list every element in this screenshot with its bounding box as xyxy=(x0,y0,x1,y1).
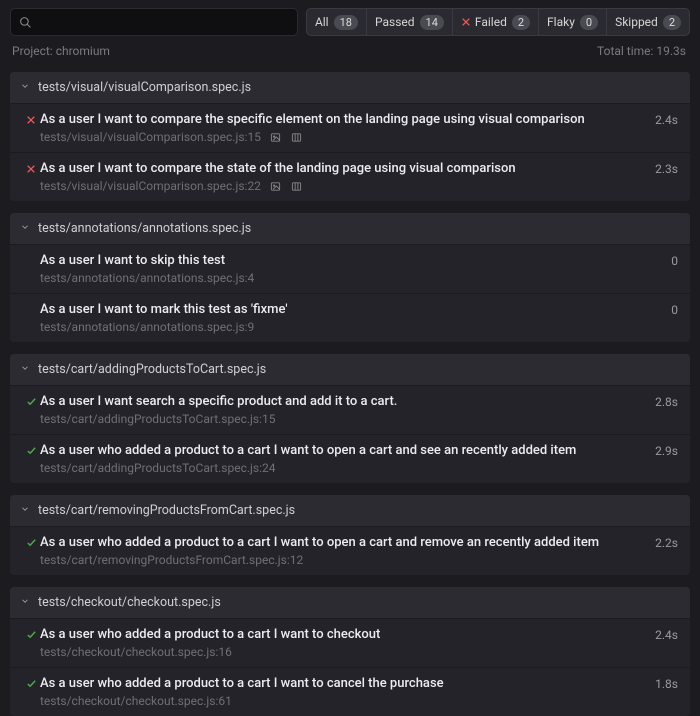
filter-skipped-label: Skipped xyxy=(615,15,658,29)
test-duration: 0 xyxy=(671,303,678,317)
image-icon[interactable] xyxy=(269,181,282,192)
status-icon xyxy=(22,629,40,640)
test-location: tests/checkout/checkout.spec.js:16 xyxy=(40,645,232,659)
test-location: tests/annotations/annotations.spec.js:4 xyxy=(40,271,254,285)
chevron-down-icon xyxy=(20,362,30,377)
status-icon xyxy=(22,164,40,174)
group-title: tests/visual/visualComparison.spec.js xyxy=(38,80,251,95)
filter-all[interactable]: All 18 xyxy=(306,8,366,36)
test-duration: 2.2s xyxy=(655,536,678,550)
diff-icon[interactable] xyxy=(290,132,303,143)
x-icon xyxy=(461,17,471,27)
chevron-down-icon xyxy=(20,503,30,518)
filter-skipped-count: 2 xyxy=(663,15,681,30)
test-location: tests/visual/visualComparison.spec.js:22 xyxy=(40,179,261,193)
test-location: tests/cart/addingProductsToCart.spec.js:… xyxy=(40,412,276,426)
test-group: tests/annotations/annotations.spec.js As … xyxy=(10,213,690,342)
test-title: As a user I want to skip this test xyxy=(40,253,663,268)
filter-flaky-label: Flaky xyxy=(547,15,575,29)
test-group: tests/checkout/checkout.spec.js As a user… xyxy=(10,587,690,716)
filter-flaky[interactable]: Flaky 0 xyxy=(538,8,606,36)
test-title: As a user who added a product to a cart … xyxy=(40,443,647,458)
chevron-down-icon xyxy=(20,595,30,610)
test-row[interactable]: As a user I want to compare the state of… xyxy=(10,152,690,201)
test-duration: 1.8s xyxy=(655,677,678,691)
test-title: As a user I want to compare the specific… xyxy=(40,112,647,127)
group-title: tests/annotations/annotations.spec.js xyxy=(38,221,251,236)
filter-group: All 18 Passed 14 Failed 2 Flaky 0 Skippe… xyxy=(306,8,690,36)
test-row[interactable]: As a user I want to mark this test as 'f… xyxy=(10,293,690,342)
group-title: tests/cart/removingProductsFromCart.spec… xyxy=(38,503,295,518)
test-location: tests/cart/removingProductsFromCart.spec… xyxy=(40,553,303,567)
test-row[interactable]: As a user who added a product to a cart … xyxy=(10,434,690,483)
test-title: As a user I want search a specific produ… xyxy=(40,394,647,409)
test-row[interactable]: As a user who added a product to a cart … xyxy=(10,667,690,716)
filter-failed-label: Failed xyxy=(475,15,507,29)
filter-passed[interactable]: Passed 14 xyxy=(366,8,452,36)
test-row[interactable]: As a user I want to skip this test 0 tests… xyxy=(10,244,690,293)
filter-failed[interactable]: Failed 2 xyxy=(452,8,538,36)
test-title: As a user who added a product to a cart … xyxy=(40,676,647,691)
test-group: tests/visual/visualComparison.spec.js As … xyxy=(10,72,690,201)
meta-row: Project: chromium Total time: 19.3s xyxy=(0,42,700,66)
group-header[interactable]: tests/cart/removingProductsFromCart.spec… xyxy=(10,495,690,526)
test-duration: 0 xyxy=(671,254,678,268)
chevron-down-icon xyxy=(20,80,30,95)
test-title: As a user who added a product to a cart … xyxy=(40,535,647,550)
filter-flaky-count: 0 xyxy=(580,15,598,30)
group-header[interactable]: tests/cart/addingProductsToCart.spec.js xyxy=(10,354,690,385)
test-duration: 2.8s xyxy=(655,395,678,409)
test-duration: 2.9s xyxy=(655,444,678,458)
filter-passed-label: Passed xyxy=(375,15,415,29)
filter-failed-count: 2 xyxy=(512,15,530,30)
total-time-label: Total time: 19.3s xyxy=(597,44,686,58)
test-location: tests/annotations/annotations.spec.js:9 xyxy=(40,320,254,334)
group-title: tests/cart/addingProductsToCart.spec.js xyxy=(38,362,266,377)
filter-all-count: 18 xyxy=(334,15,358,30)
filter-skipped[interactable]: Skipped 2 xyxy=(606,8,690,36)
test-group: tests/cart/removingProductsFromCart.spec… xyxy=(10,495,690,575)
test-location: tests/checkout/checkout.spec.js:61 xyxy=(40,694,232,708)
chevron-down-icon xyxy=(20,221,30,236)
filter-passed-count: 14 xyxy=(420,15,444,30)
test-duration: 2.3s xyxy=(655,162,678,176)
group-header[interactable]: tests/checkout/checkout.spec.js xyxy=(10,587,690,618)
search-box[interactable] xyxy=(10,8,298,36)
test-row[interactable]: As a user I want to compare the specific… xyxy=(10,103,690,152)
status-icon xyxy=(22,396,40,407)
test-title: As a user who added a product to a cart … xyxy=(40,627,647,642)
status-icon xyxy=(22,445,40,456)
test-row[interactable]: As a user I want search a specific produ… xyxy=(10,385,690,434)
image-icon[interactable] xyxy=(269,132,282,143)
test-title: As a user I want to mark this test as 'f… xyxy=(40,302,663,317)
status-icon xyxy=(22,678,40,689)
test-row[interactable]: As a user who added a product to a cart … xyxy=(10,526,690,575)
diff-icon[interactable] xyxy=(290,181,303,192)
test-group: tests/cart/addingProductsToCart.spec.js A… xyxy=(10,354,690,483)
test-location: tests/visual/visualComparison.spec.js:15 xyxy=(40,130,261,144)
test-title: As a user I want to compare the state of… xyxy=(40,161,647,176)
status-icon xyxy=(22,537,40,548)
test-duration: 2.4s xyxy=(655,113,678,127)
test-duration: 2.4s xyxy=(655,628,678,642)
search-input[interactable] xyxy=(38,15,289,30)
test-row[interactable]: As a user who added a product to a cart … xyxy=(10,618,690,667)
group-header[interactable]: tests/visual/visualComparison.spec.js xyxy=(10,72,690,103)
top-bar: All 18 Passed 14 Failed 2 Flaky 0 Skippe… xyxy=(0,0,700,42)
search-icon xyxy=(19,16,32,29)
project-label: Project: chromium xyxy=(12,44,110,58)
filter-all-label: All xyxy=(315,15,329,29)
test-location: tests/cart/addingProductsToCart.spec.js:… xyxy=(40,461,276,475)
group-title: tests/checkout/checkout.spec.js xyxy=(38,595,221,610)
group-header[interactable]: tests/annotations/annotations.spec.js xyxy=(10,213,690,244)
status-icon xyxy=(22,115,40,125)
